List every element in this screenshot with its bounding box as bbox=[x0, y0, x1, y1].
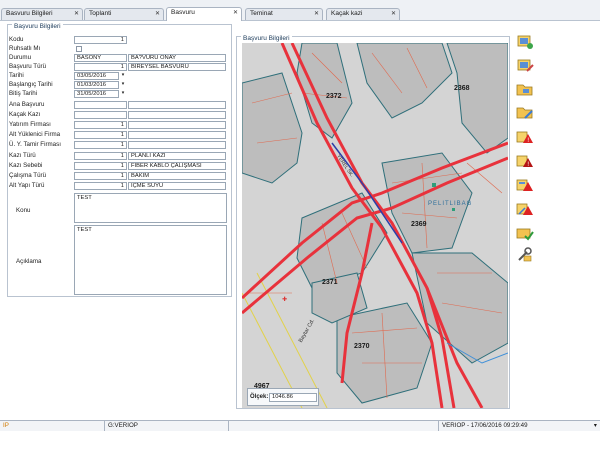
close-icon[interactable]: ✕ bbox=[74, 10, 79, 17]
ruhsatli-label: Ruhsatlı Mı bbox=[9, 45, 41, 52]
tab-kacak-kazi[interactable]: Kaçak kazi ✕ bbox=[326, 8, 400, 20]
map-panel-legend: Başvuru Bilgileri bbox=[241, 35, 292, 42]
close-icon[interactable]: ✕ bbox=[391, 10, 396, 17]
tab-label: Basvuru Bilgileri bbox=[6, 10, 53, 17]
svg-text:!: ! bbox=[527, 137, 529, 144]
edit-record-icon[interactable] bbox=[515, 56, 535, 74]
approve-icon[interactable] bbox=[515, 224, 535, 242]
yatirim-label: Yatırım Firması bbox=[9, 121, 51, 128]
kacak-kazi-label: Kaçak Kazı bbox=[9, 111, 41, 118]
status-db: G:VERIOP bbox=[104, 421, 228, 431]
konu-textarea[interactable]: TEST bbox=[74, 193, 227, 223]
yatirim-code-field[interactable]: 1 bbox=[74, 121, 127, 129]
kacak-kazi-text-field[interactable] bbox=[128, 111, 226, 119]
close-icon[interactable]: ✕ bbox=[155, 10, 160, 17]
panel-legend: Başvuru Bilgileri bbox=[12, 23, 63, 30]
basvuru-turu-text-field[interactable]: BIREYSEL BASVURU bbox=[128, 63, 226, 71]
scale-label: Ölçek: bbox=[250, 394, 269, 400]
yatirim-text-field[interactable] bbox=[128, 121, 226, 129]
uy-tamir-text-field[interactable] bbox=[128, 141, 226, 149]
parcel-label: 2371 bbox=[322, 279, 338, 286]
durumu-text-field[interactable]: BA?VURU ONAY bbox=[128, 54, 226, 62]
aciklama-textarea[interactable]: TEST bbox=[74, 225, 227, 295]
uy-tamir-label: Ü. Y. Tamir Firması bbox=[9, 141, 61, 148]
aciklama-label: Açıklama bbox=[16, 258, 42, 265]
basvuru-turu-code-field[interactable]: 1 bbox=[74, 63, 127, 71]
ana-basvuru-code-field[interactable] bbox=[74, 101, 127, 109]
status-empty bbox=[228, 421, 438, 431]
bitis-label: Bitiş Tarihi bbox=[9, 90, 38, 97]
map-canvas[interactable]: ✚ bbox=[242, 43, 508, 408]
kazi-turu-code-field[interactable]: 1 bbox=[74, 152, 127, 160]
uy-tamir-code-field[interactable]: 1 bbox=[74, 141, 127, 149]
folder-icon[interactable] bbox=[515, 80, 535, 98]
close-icon[interactable]: ✕ bbox=[314, 10, 319, 17]
status-left: IP bbox=[3, 422, 9, 429]
chevron-down-icon[interactable]: ▾ bbox=[120, 90, 126, 97]
chevron-down-icon[interactable]: ▾ bbox=[594, 421, 597, 430]
tab-basvuru[interactable]: Basvuru ✕ bbox=[166, 7, 242, 21]
warning-red-icon[interactable]: ! bbox=[515, 152, 535, 170]
kazi-turu-label: Kazı Türü bbox=[9, 152, 36, 159]
tab-label: Basvuru bbox=[171, 9, 195, 16]
add-record-icon[interactable] bbox=[515, 32, 535, 50]
calisma-turu-code-field[interactable]: 1 bbox=[74, 172, 127, 180]
parcel-label: 2370 bbox=[354, 343, 370, 350]
baslangic-field[interactable]: 01/03/2016 bbox=[74, 81, 119, 89]
parcel-label: 2368 bbox=[454, 85, 470, 92]
basvuru-turu-label: Başvuru Türü bbox=[9, 63, 47, 70]
status-user-time[interactable]: VERIOP - 17/06/2016 09:29:49 ▾ bbox=[438, 421, 600, 431]
parcel-label: 2369 bbox=[411, 221, 427, 228]
tab-teminat[interactable]: Teminat ✕ bbox=[245, 8, 323, 20]
tab-basvuru-bilgileri[interactable]: Basvuru Bilgileri ✕ bbox=[1, 8, 83, 20]
warning-yellow-icon[interactable] bbox=[515, 176, 535, 194]
kodu-field[interactable]: 1 bbox=[74, 36, 127, 44]
ana-basvuru-label: Ana Başvuru bbox=[9, 101, 45, 108]
district-label: PELITLIBAG bbox=[428, 201, 473, 207]
tab-label: Teminat bbox=[250, 10, 273, 17]
tools-icon[interactable] bbox=[515, 246, 535, 264]
tarihi-label: Tarihi bbox=[9, 72, 24, 79]
status-user-time-text: VERIOP - 17/06/2016 09:29:49 bbox=[442, 422, 528, 429]
baslangic-label: Başlangıç Tarihi bbox=[9, 81, 53, 88]
close-icon[interactable]: ✕ bbox=[233, 9, 238, 16]
durumu-code-field[interactable]: BASONY bbox=[74, 54, 127, 62]
status-bar: IP G:VERIOP VERIOP - 17/06/2016 09:29:49… bbox=[0, 420, 600, 431]
ana-basvuru-text-field[interactable] bbox=[128, 101, 226, 109]
kodu-label: Kodu bbox=[9, 36, 24, 43]
bitis-field[interactable]: 31/05/2016 bbox=[74, 90, 119, 98]
tab-label: Kaçak kazi bbox=[331, 10, 363, 17]
scale-control: Ölçek: 1046.86 bbox=[247, 388, 319, 406]
folder-edit-icon[interactable] bbox=[515, 103, 535, 121]
kazi-sebebi-code-field[interactable]: 1 bbox=[74, 162, 127, 170]
alt-yapi-code-field[interactable]: 1 bbox=[74, 182, 127, 190]
chevron-down-icon[interactable]: ▾ bbox=[120, 72, 126, 79]
tab-label: Toplanti bbox=[89, 10, 112, 17]
alt-yapi-label: Alt Yapı Türü bbox=[9, 182, 45, 189]
chevron-down-icon[interactable]: ▾ bbox=[120, 81, 126, 88]
warning-edit-icon[interactable] bbox=[515, 200, 535, 218]
parcel-label: 2372 bbox=[326, 93, 342, 100]
alt-yuklenici-label: Alt Yüklenici Firma bbox=[9, 131, 61, 138]
warning-icon[interactable]: ! bbox=[515, 128, 535, 146]
kazi-sebebi-text-field[interactable]: FIBER KABLO ÇALIŞMASI bbox=[128, 162, 226, 170]
kazi-sebebi-label: Kazı Sebebi bbox=[9, 162, 43, 169]
tab-bar: Basvuru Bilgileri ✕ Toplanti ✕ Basvuru ✕ Te… bbox=[0, 0, 600, 21]
durumu-label: Durumu bbox=[9, 54, 32, 61]
konu-label: Konu bbox=[16, 207, 31, 214]
kazi-turu-text-field[interactable]: PLANLI KAZI bbox=[128, 152, 226, 160]
tab-toplanti[interactable]: Toplanti ✕ bbox=[84, 8, 164, 20]
scale-input[interactable]: 1046.86 bbox=[269, 393, 317, 402]
calisma-turu-label: Çalışma Türü bbox=[9, 172, 47, 179]
svg-text:!: ! bbox=[527, 161, 529, 168]
tarihi-field[interactable]: 03/05/2016 bbox=[74, 72, 119, 80]
kacak-kazi-code-field[interactable] bbox=[74, 111, 127, 119]
map-view[interactable]: ✚ 2372 2368 2369 2371 2370 4967 PELITLIB… bbox=[242, 43, 508, 408]
ruhsatli-checkbox[interactable] bbox=[76, 46, 82, 52]
alt-yuklenici-text-field[interactable] bbox=[128, 131, 226, 139]
alt-yuklenici-code-field[interactable]: 1 bbox=[74, 131, 127, 139]
alt-yapi-text-field[interactable]: İÇME SUYU bbox=[128, 182, 226, 190]
svg-text:✚: ✚ bbox=[282, 296, 287, 303]
calisma-turu-text-field[interactable]: BAKIM bbox=[128, 172, 226, 180]
